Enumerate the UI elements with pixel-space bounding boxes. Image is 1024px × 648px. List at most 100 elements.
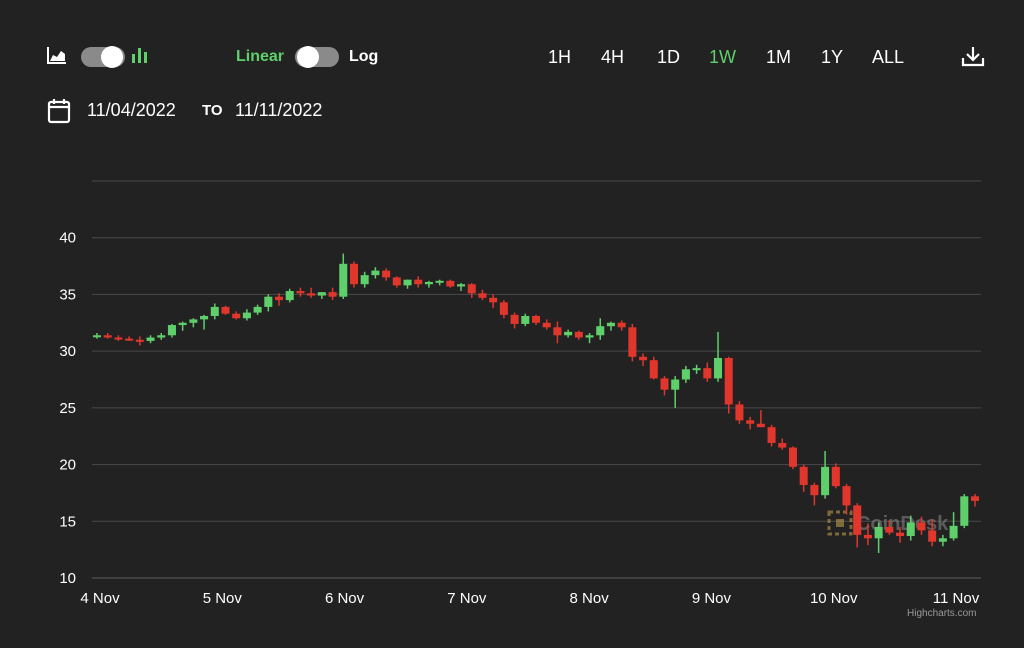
candle bbox=[853, 503, 862, 548]
candle-body bbox=[103, 335, 112, 338]
candle bbox=[264, 294, 273, 312]
candle-body bbox=[735, 404, 744, 421]
candle-body bbox=[842, 486, 851, 506]
candle bbox=[842, 483, 851, 515]
x-axis-labels: 4 Nov 5 Nov 6 Nov 7 Nov 8 Nov 9 Nov 10 Nov 11 N… bbox=[80, 590, 979, 607]
candle bbox=[232, 311, 241, 320]
candle-body bbox=[778, 443, 787, 448]
candle-body bbox=[392, 277, 401, 286]
candle-body bbox=[349, 263, 358, 285]
candle bbox=[349, 261, 358, 288]
candle bbox=[435, 279, 444, 286]
candle bbox=[767, 424, 776, 447]
candle bbox=[135, 336, 144, 346]
candle bbox=[414, 276, 423, 288]
y-tick-label: 20 bbox=[59, 457, 76, 474]
candle-body bbox=[896, 532, 905, 537]
candle bbox=[478, 289, 487, 301]
candle bbox=[564, 329, 573, 338]
candle-body bbox=[360, 275, 369, 285]
candles bbox=[92, 253, 980, 554]
candle bbox=[403, 279, 412, 289]
x-tick-label: 7 Nov bbox=[447, 590, 487, 607]
candle-body bbox=[296, 291, 305, 294]
candle-body bbox=[553, 327, 562, 336]
candle bbox=[307, 287, 316, 298]
candle bbox=[970, 494, 980, 507]
y-tick-label: 10 bbox=[59, 570, 76, 587]
highcharts-credits[interactable]: Highcharts.com bbox=[907, 608, 976, 619]
candle-body bbox=[671, 379, 680, 390]
candle bbox=[874, 522, 883, 554]
y-axis-labels: 10 15 20 25 30 35 40 bbox=[59, 230, 76, 587]
candle-body bbox=[510, 314, 519, 324]
candle bbox=[92, 332, 102, 339]
candle-body bbox=[681, 369, 690, 380]
candle bbox=[531, 314, 541, 326]
candle-body bbox=[424, 281, 433, 285]
candle bbox=[574, 330, 583, 340]
candle bbox=[242, 309, 251, 321]
candle-body bbox=[714, 357, 723, 379]
candle-body bbox=[317, 292, 326, 296]
candle bbox=[446, 279, 455, 288]
candle bbox=[328, 287, 337, 301]
y-tick-label: 35 bbox=[59, 286, 76, 303]
candle-body bbox=[210, 306, 219, 316]
candle bbox=[467, 283, 476, 298]
candle bbox=[167, 323, 176, 338]
price-chart: CoinDesk 10152025303540 4 Nov 5 Nov 6 Nov 7… bbox=[59, 180, 981, 607]
candle bbox=[510, 312, 519, 329]
y-tick-label: 25 bbox=[59, 400, 76, 417]
candle bbox=[617, 320, 626, 331]
candle bbox=[146, 335, 155, 344]
candle-body bbox=[264, 296, 273, 307]
candle-body bbox=[692, 368, 701, 371]
candle bbox=[810, 482, 819, 506]
candle bbox=[189, 318, 198, 328]
candle-body bbox=[970, 496, 980, 501]
candle-body bbox=[564, 331, 573, 336]
coindesk-logo-icon bbox=[827, 510, 853, 536]
candle bbox=[821, 450, 830, 499]
x-tick-label: 9 Nov bbox=[692, 590, 732, 607]
candle-body bbox=[414, 279, 423, 285]
candle bbox=[125, 336, 134, 341]
candle-body bbox=[874, 526, 883, 539]
x-tick-label: 8 Nov bbox=[570, 590, 610, 607]
candle-body bbox=[467, 284, 476, 294]
candle bbox=[457, 283, 466, 292]
candle bbox=[703, 362, 712, 382]
candle bbox=[542, 319, 551, 330]
candle-body bbox=[446, 280, 455, 287]
candle-body bbox=[585, 335, 594, 338]
candle bbox=[382, 268, 391, 281]
candle bbox=[178, 321, 187, 331]
y-tick-label: 30 bbox=[59, 343, 76, 360]
candle-body bbox=[788, 447, 797, 467]
candle bbox=[296, 287, 305, 297]
candle bbox=[692, 364, 701, 374]
candle-body bbox=[200, 315, 209, 320]
candle-body bbox=[521, 315, 530, 324]
candle bbox=[756, 410, 765, 428]
candle-body bbox=[253, 306, 262, 313]
candle-body bbox=[221, 306, 230, 314]
candle bbox=[799, 464, 808, 492]
candle bbox=[339, 253, 348, 299]
x-tick-label: 4 Nov bbox=[80, 590, 120, 607]
candle-body bbox=[307, 293, 316, 296]
candle-body bbox=[435, 280, 444, 283]
candle-body bbox=[125, 338, 134, 341]
candle-body bbox=[92, 335, 102, 338]
y-tick-label: 40 bbox=[59, 230, 76, 247]
candle bbox=[103, 332, 112, 339]
candle bbox=[714, 331, 723, 382]
candle-body bbox=[489, 297, 498, 303]
candle-body bbox=[285, 291, 294, 301]
candle bbox=[489, 294, 498, 309]
candle bbox=[317, 292, 326, 299]
candle-body bbox=[724, 357, 733, 405]
candle-body bbox=[606, 322, 615, 327]
candle-body bbox=[767, 427, 776, 444]
